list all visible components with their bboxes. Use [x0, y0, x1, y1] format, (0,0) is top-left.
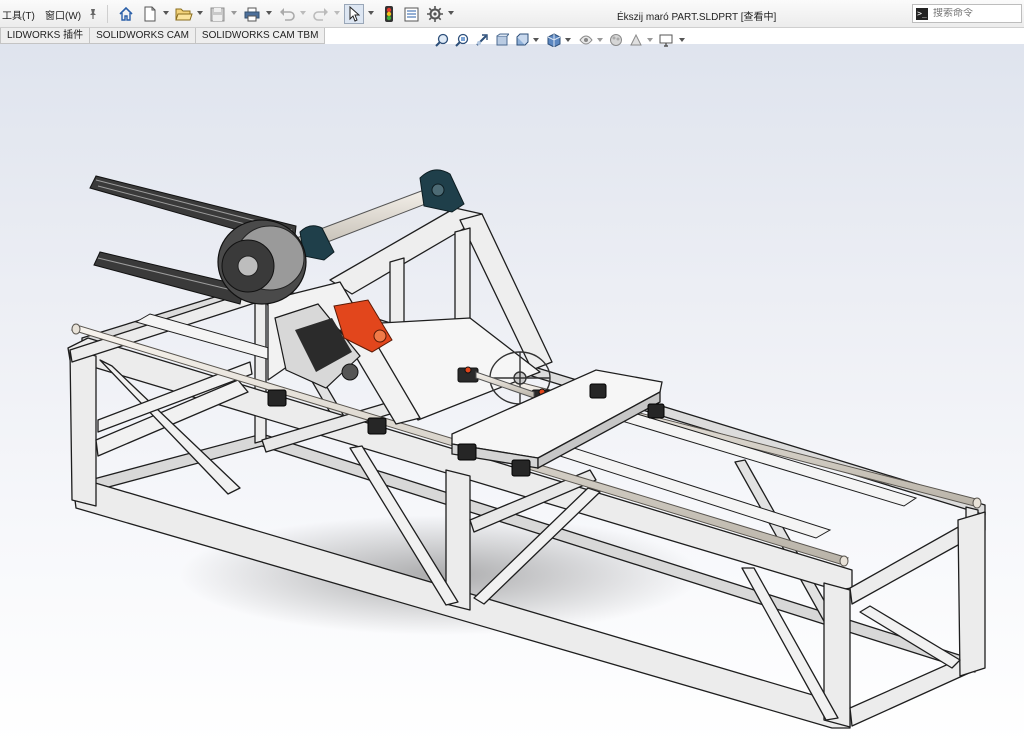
- chevron-down-icon[interactable]: [367, 9, 375, 17]
- pin-icon[interactable]: [83, 4, 103, 24]
- previous-view-icon[interactable]: [474, 31, 490, 49]
- hide-show-items-icon[interactable]: [578, 31, 594, 49]
- apply-scene-icon[interactable]: [628, 31, 644, 49]
- zoom-area-icon[interactable]: [454, 31, 470, 49]
- options-icon[interactable]: [425, 4, 445, 24]
- command-manager-tabs: LIDWORKS 插件 SOLIDWORKS CAM SOLIDWORKS CA…: [0, 28, 326, 44]
- undo-icon[interactable]: [277, 4, 297, 24]
- tab-addins[interactable]: LIDWORKS 插件: [0, 28, 91, 44]
- section-view-icon[interactable]: [494, 31, 510, 49]
- chevron-down-icon[interactable]: [333, 9, 341, 17]
- chevron-down-icon[interactable]: [532, 31, 540, 49]
- chevron-down-icon[interactable]: [596, 31, 604, 49]
- chevron-down-icon[interactable]: [230, 9, 238, 17]
- chevron-down-icon[interactable]: [162, 9, 170, 17]
- menu-window[interactable]: 窗口(W): [45, 7, 81, 22]
- view-orientation-icon[interactable]: [514, 31, 530, 49]
- select-icon[interactable]: [344, 4, 364, 24]
- view-settings-icon[interactable]: [658, 31, 674, 49]
- save-icon[interactable]: [207, 4, 227, 24]
- belt-pulley: [217, 219, 307, 305]
- title-bar: 工具(T) 窗口(W) Ékszij maró PART.SLDPRT [查看中…: [0, 0, 1024, 28]
- machine-model: [67, 169, 986, 729]
- chevron-down-icon[interactable]: [299, 9, 307, 17]
- toolbar-separator: [107, 5, 108, 23]
- open-icon[interactable]: [174, 4, 194, 24]
- rebuild-icon[interactable]: [379, 4, 399, 24]
- print-icon[interactable]: [242, 4, 262, 24]
- redo-icon[interactable]: [311, 4, 331, 24]
- chevron-down-icon[interactable]: [564, 31, 572, 49]
- zoom-to-fit-icon[interactable]: [434, 31, 450, 49]
- command-prompt-icon: >_: [916, 7, 928, 20]
- graphics-area[interactable]: [0, 44, 1024, 745]
- chevron-down-icon[interactable]: [678, 31, 686, 49]
- file-properties-icon[interactable]: [401, 4, 421, 24]
- chevron-down-icon[interactable]: [265, 9, 273, 17]
- edit-appearance-icon[interactable]: [608, 31, 624, 49]
- chevron-down-icon[interactable]: [447, 9, 455, 17]
- home-icon[interactable]: [116, 4, 136, 24]
- tab-solidworks-cam-tbm[interactable]: SOLIDWORKS CAM TBM: [194, 28, 326, 44]
- window-title: Ékszij maró PART.SLDPRT [查看中]: [617, 12, 777, 23]
- new-document-icon[interactable]: [140, 4, 160, 24]
- tab-solidworks-cam[interactable]: SOLIDWORKS CAM: [89, 28, 196, 44]
- search-input[interactable]: [933, 8, 1018, 19]
- menu-tools[interactable]: 工具(T): [2, 7, 35, 22]
- chevron-down-icon[interactable]: [196, 9, 204, 17]
- chevron-down-icon[interactable]: [646, 31, 654, 49]
- display-style-icon[interactable]: [546, 31, 562, 49]
- search-box[interactable]: >_: [912, 4, 1022, 23]
